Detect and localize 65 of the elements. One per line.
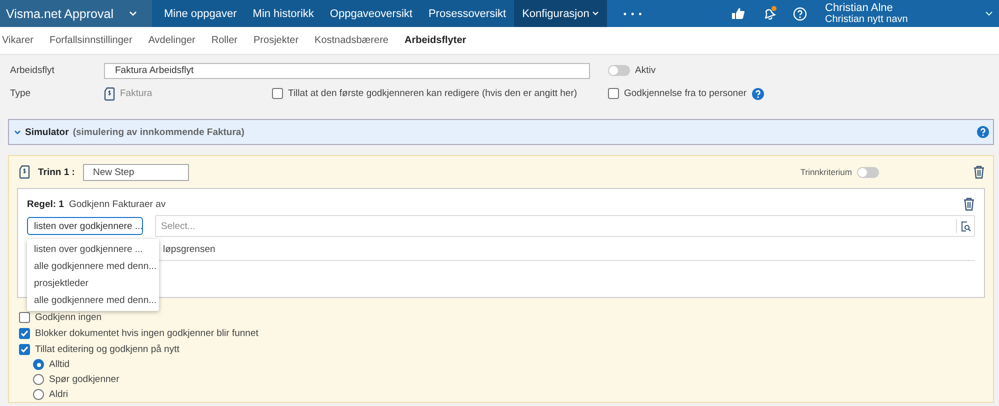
menu-item[interactable]: alle godkjennere med denn... [27, 292, 159, 309]
section-subtitle: (simulering av innkommende Faktura) [72, 126, 244, 138]
sub-tab[interactable]: Prosjekter [254, 35, 299, 46]
field-label: Type [10, 88, 32, 99]
rule-label: Regel: 1 [27, 198, 64, 210]
toggle-label: Trinnkriterium [800, 167, 852, 177]
menu-item[interactable]: alle godkjennere med denn... [27, 258, 159, 275]
radio-label: Alltid [49, 359, 70, 370]
checkbox-label: Tillat editering og godkjenn på nytt [35, 344, 180, 355]
trash-icon[interactable] [963, 197, 975, 211]
user-name[interactable]: Christian Alne [825, 2, 985, 14]
help-icon[interactable] [793, 6, 807, 20]
more-menu[interactable]: • • • [623, 0, 643, 27]
radio-label: Spør godkjenner [49, 374, 120, 385]
toggle-switch[interactable] [857, 166, 879, 178]
nav-tab[interactable]: Mine oppgaver [156, 0, 245, 27]
field-label: Arbeidsflyt [10, 65, 56, 76]
checkbox[interactable] [19, 328, 30, 339]
user-subtitle: Christian nytt navn [825, 14, 909, 24]
chevron-down-icon [14, 130, 21, 134]
menu-item[interactable]: listen over godkjennere ... [27, 241, 159, 258]
sub-tab[interactable]: Arbeidsflyter [404, 35, 466, 46]
radio-label: Aldri [49, 389, 68, 400]
type-value: Faktura [120, 88, 152, 99]
help-icon[interactable] [752, 88, 764, 100]
step-label: Trinn 1 : [38, 166, 75, 178]
radio-button[interactable] [33, 374, 44, 385]
help-icon[interactable] [977, 126, 989, 138]
checkbox[interactable] [272, 88, 283, 99]
checkbox[interactable] [608, 88, 619, 99]
document-icon [19, 165, 30, 179]
chevron-down-icon[interactable] [985, 10, 993, 16]
sub-tab[interactable]: Forfallsinnstillinger [50, 35, 132, 46]
menu-item[interactable]: prosjektleder [27, 275, 159, 292]
select-field[interactable]: Select... [155, 215, 975, 237]
input-field[interactable]: Faktura Arbeidsflyt [104, 62, 590, 78]
checkbox-label: Tillat at den første godkjenneren kan redigere (hvis den er angitt her) [288, 88, 578, 99]
sub-tab[interactable]: Vikarer [2, 35, 34, 46]
checkbox-label: Godkjennelse fra to personer [624, 88, 747, 99]
input-field[interactable]: New Step [82, 164, 189, 180]
app-title: Visma.net Approval [6, 6, 114, 20]
checkbox-label: Blokker dokumentet hvis ingen godkjenner blir funnet [35, 328, 258, 339]
rule-text: løpsgrensen [163, 244, 216, 255]
section-title: Simulator [25, 126, 69, 138]
nav-tab[interactable]: Min historikk [244, 0, 322, 27]
toggle-label: Aktiv [635, 65, 656, 76]
checkbox-label: Godkjenn ingen [35, 312, 102, 323]
sub-tab[interactable]: Avdelinger [148, 35, 196, 46]
checkbox[interactable] [19, 344, 30, 355]
nav-tab[interactable]: Oppgaveoversikt [322, 0, 420, 27]
thumbs-up-icon[interactable] [731, 7, 745, 20]
radio-button[interactable] [33, 359, 44, 370]
sub-tab[interactable]: Roller [211, 35, 238, 46]
nav-tab[interactable]: Konfigurasjon [514, 0, 608, 27]
search-icon[interactable] [960, 220, 971, 232]
trash-icon[interactable] [973, 165, 985, 179]
simulator-bar[interactable]: Simulator (simulering av innkommende Faktura) [8, 119, 994, 145]
rule-title: Godkjenn Fakturaer av [68, 198, 166, 210]
sub-tab[interactable]: Kostnadsbærere [314, 35, 388, 46]
toggle-switch[interactable] [608, 65, 630, 76]
approver-dropdown[interactable]: listen over godkjennere ... [27, 217, 143, 235]
checkbox[interactable] [19, 312, 30, 323]
document-icon [104, 86, 115, 100]
nav-tab[interactable]: Prosessoversikt [420, 0, 514, 27]
radio-button[interactable] [33, 389, 44, 400]
